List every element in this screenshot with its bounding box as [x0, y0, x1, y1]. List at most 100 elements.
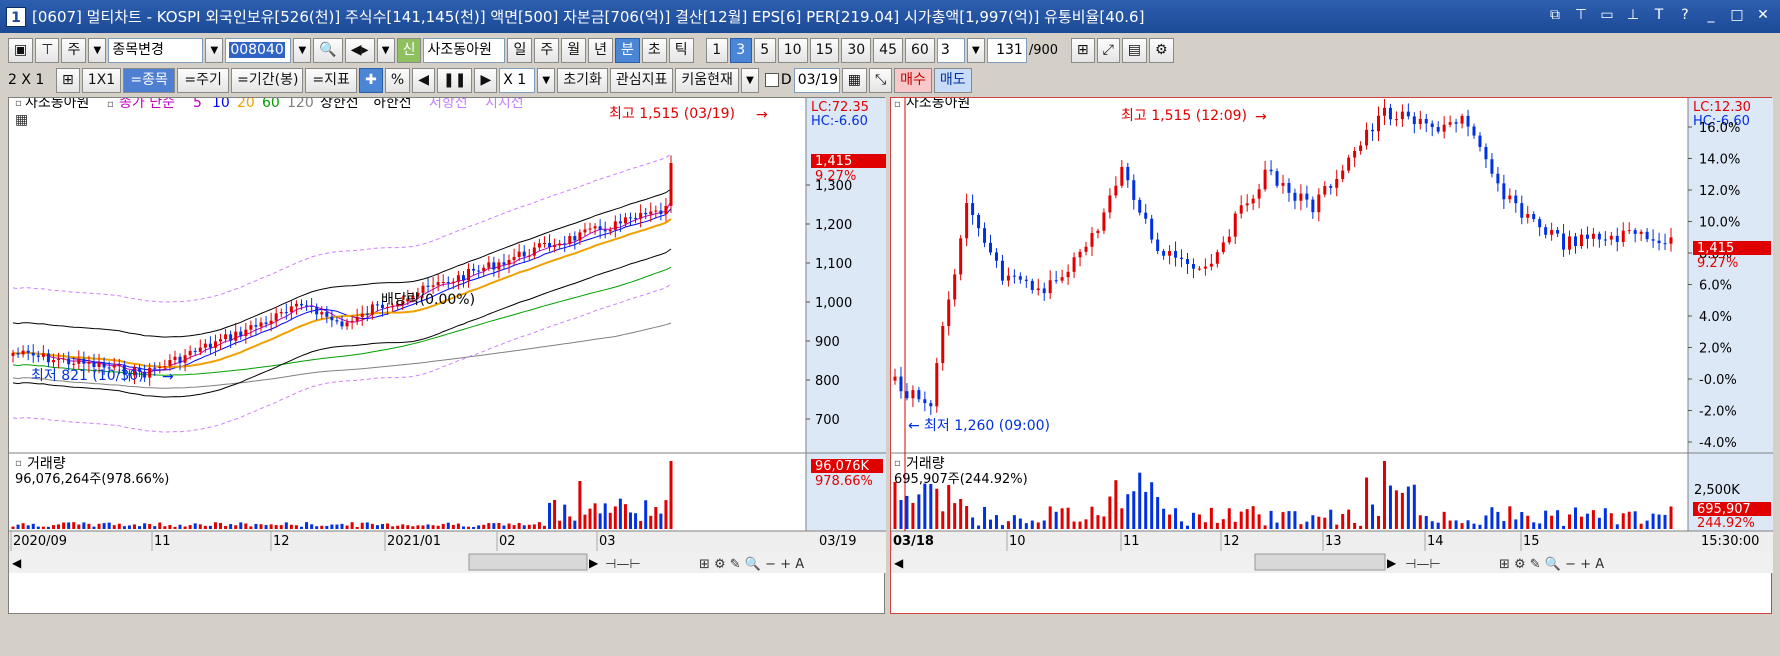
interval-60[interactable]: 60	[905, 37, 935, 63]
right-stock-name: 사조동아원	[906, 98, 970, 111]
left-scroll-thumb[interactable]	[468, 553, 588, 571]
type-dropdown-icon[interactable]: ▼	[88, 37, 107, 63]
pin-toolbar-icon[interactable]: ⊤	[35, 37, 60, 63]
right-scroll-left-icon[interactable]: ◀	[894, 556, 904, 570]
code-input[interactable]: 008040	[225, 37, 292, 63]
period-day[interactable]: 일	[507, 37, 533, 63]
trend-icon[interactable]: ⤡	[868, 67, 893, 93]
left-scroll-right-icon[interactable]: ▶	[589, 556, 599, 570]
interval-1[interactable]: 1	[705, 37, 728, 63]
reset-button[interactable]: 초기화	[557, 67, 608, 93]
draw-tool-icon[interactable]: ⤢	[1096, 37, 1120, 63]
indicator-sync-button[interactable]: =지표	[305, 67, 358, 93]
left-candle-body	[542, 243, 546, 245]
interval-45[interactable]: 45	[873, 37, 903, 63]
left-candle-body	[482, 267, 486, 272]
crosshair-icon[interactable]: ✚	[359, 67, 383, 93]
count-input[interactable]: 131	[986, 37, 1027, 63]
period-sync-button[interactable]: =기간(봉)	[231, 67, 304, 93]
code-dropdown-icon[interactable]: ▼	[293, 37, 312, 63]
right-chart-svg[interactable]: ▫ 사조동아원 LC:12.30 HC:-6.60 16.0%14.0%12.0…	[890, 95, 1773, 615]
right-volume-bar	[1472, 523, 1476, 529]
left-candle-body	[26, 350, 30, 353]
right-scroll-thumb[interactable]	[1254, 553, 1386, 571]
scroll-left-icon[interactable]: ◀	[412, 67, 435, 93]
period-month[interactable]: 월	[561, 37, 587, 63]
period-second[interactable]: 초	[641, 37, 667, 63]
one-by-one-button[interactable]: 1X1	[81, 67, 122, 93]
right-volume-bar	[977, 525, 981, 529]
left-slider-icon[interactable]: ⊣—⊢	[605, 557, 641, 572]
change-dropdown-icon[interactable]: ▼	[205, 37, 224, 63]
left-candle-body	[163, 366, 167, 368]
stock-sync-button[interactable]: =종목	[123, 67, 176, 93]
pause-icon[interactable]: ❚❚	[436, 67, 473, 93]
right-volume-bar	[1293, 511, 1297, 529]
period-week[interactable]: 주	[534, 37, 560, 63]
restore-icon[interactable]: ⧉	[1546, 6, 1564, 24]
change-select[interactable]: 종목변경	[108, 37, 204, 63]
date-checkbox[interactable]	[764, 73, 779, 87]
right-scroll-right-icon[interactable]: ▶	[1387, 556, 1397, 570]
settings-icon[interactable]: ⚙	[1149, 37, 1174, 63]
right-volume-bar	[1568, 514, 1572, 529]
help-icon[interactable]: ?	[1676, 6, 1694, 24]
prev-stock-icon[interactable]: ◀▸	[344, 37, 375, 63]
period-year[interactable]: 년	[588, 37, 614, 63]
buy-button[interactable]: 매수	[894, 67, 932, 93]
type-select[interactable]: 주	[61, 37, 87, 63]
right-chart-panel[interactable]: ▫ 사조동아원 LC:12.30 HC:-6.60 16.0% 14.0% 12.0…	[890, 95, 1773, 615]
tile-icon[interactable]: ▭	[1598, 6, 1616, 24]
zoom-input[interactable]: X 1	[499, 67, 536, 93]
date-input[interactable]: 03/19	[793, 67, 840, 93]
left-tools-icon[interactable]: ⊞ ⚙ ✎ 🔍 − + A	[699, 555, 804, 572]
watch-indicator-button[interactable]: 관심지표	[609, 67, 674, 93]
left-yaxis-label: 700	[815, 413, 840, 428]
calendar-icon[interactable]: ▦	[841, 67, 867, 93]
right-tools-icon[interactable]: ⊞ ⚙ ✎ 🔍 − + A	[1499, 555, 1604, 572]
left-candle-body	[41, 353, 45, 357]
interval-30[interactable]: 30	[841, 37, 872, 63]
interval-dropdown-icon[interactable]: ▼	[966, 37, 985, 63]
interval-3[interactable]: 3	[729, 37, 752, 63]
minimize-icon[interactable]: _	[1702, 6, 1720, 24]
right-slider-icon[interactable]: ⊣—⊢	[1405, 557, 1441, 572]
interval-15[interactable]: 15	[809, 37, 840, 63]
pin-icon[interactable]: ⊤	[1572, 6, 1590, 24]
period-minute[interactable]: 분	[615, 37, 640, 63]
dock-icon[interactable]: ⊥	[1624, 6, 1642, 24]
left-volume-bar	[497, 523, 501, 529]
interval-5[interactable]: 5	[753, 37, 776, 63]
sell-button[interactable]: 매도	[933, 67, 972, 93]
period-tick[interactable]: 틱	[668, 37, 694, 63]
chart-type-icon[interactable]: ⊞	[1070, 37, 1095, 63]
new-badge[interactable]: 신	[396, 37, 422, 63]
left-candle-body	[558, 243, 562, 246]
right-volume-bar	[1323, 517, 1327, 529]
left-chart-svg[interactable]: ▫ 사조동아원 ▫ 종가 단순 5 10 20 60 120 상한선 하한선 저…	[9, 95, 886, 615]
kiwoom-dropdown-icon[interactable]: ▼	[740, 67, 759, 93]
window-number: 1	[6, 6, 26, 27]
cycle-sync-button[interactable]: =주기	[177, 67, 230, 93]
interval-input[interactable]: 3	[936, 37, 965, 63]
font-icon[interactable]: T	[1650, 6, 1668, 24]
left-volume-bar	[208, 525, 212, 529]
search-icon[interactable]: 🔍	[313, 37, 343, 63]
scroll-right-icon[interactable]: ▶	[474, 67, 498, 93]
save-icon[interactable]: ▤	[1121, 37, 1147, 63]
close-icon[interactable]: ✕	[1754, 6, 1772, 24]
percent-button[interactable]: %	[384, 67, 411, 93]
prev-dropdown-icon[interactable]: ▼	[376, 37, 395, 63]
grid-icon[interactable]: ⊞	[56, 67, 80, 93]
interval-10[interactable]: 10	[777, 37, 808, 63]
left-volume-bar	[446, 522, 450, 529]
left-scroll-left-icon[interactable]: ◀	[12, 556, 22, 570]
left-candle-body	[593, 226, 597, 229]
left-chart-panel[interactable]: ▫ 사조동아원 ▫ 종가 단순 5 10 20 60 120 상한선 하한선 저…	[8, 95, 886, 615]
layout-icon[interactable]: ▣	[8, 37, 34, 63]
stock-name-field[interactable]: 사조동아원	[423, 37, 506, 63]
maximize-icon[interactable]: □	[1728, 6, 1746, 24]
zoom-dropdown-icon[interactable]: ▼	[537, 67, 556, 93]
calculator-icon[interactable]: ▦	[15, 112, 28, 128]
kiwoom-current-button[interactable]: 키움현재	[675, 67, 739, 93]
